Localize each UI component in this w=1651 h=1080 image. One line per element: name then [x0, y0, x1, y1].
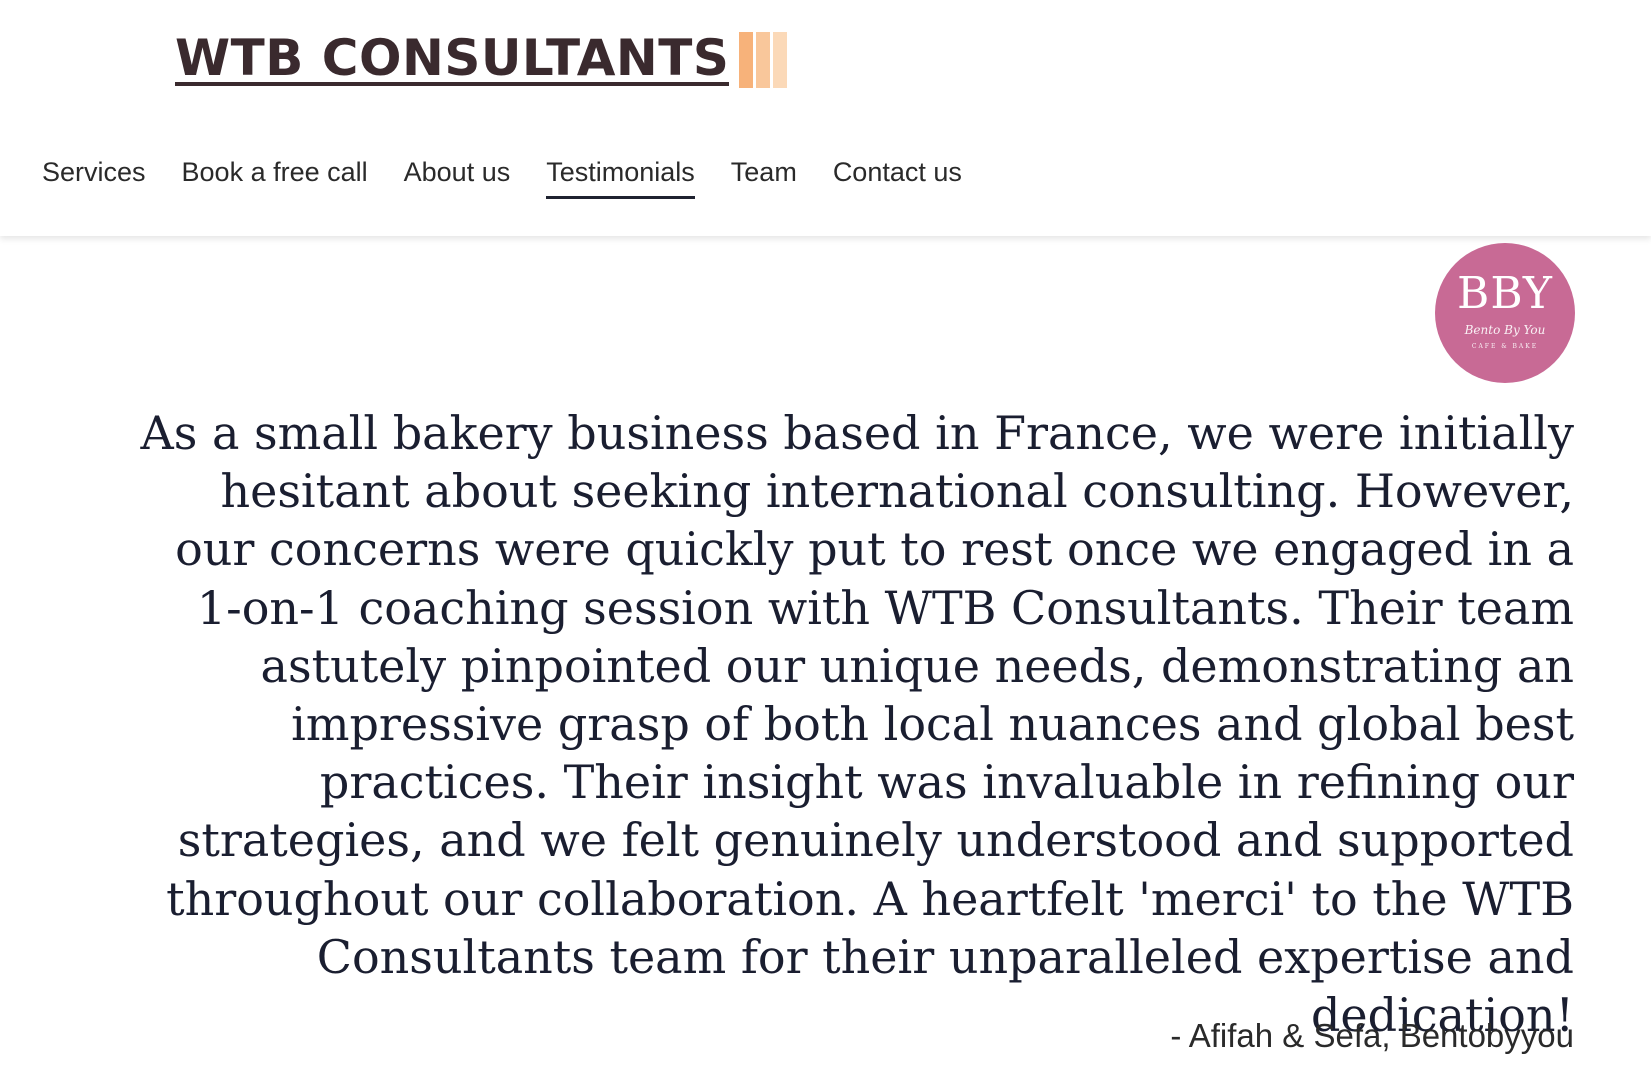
- logo-wordmark: WTB CONSULTANTS: [175, 29, 730, 87]
- nav-item-team[interactable]: Team: [731, 152, 797, 198]
- logo-bars-icon: [739, 32, 790, 88]
- main-nav: Services Book a free call About us Testi…: [42, 152, 998, 199]
- nav-item-services[interactable]: Services: [42, 152, 146, 198]
- logo-bar: [756, 32, 771, 88]
- testimonial-attribution: - Afifah & Sefa, Bentobyyou: [1170, 1017, 1574, 1054]
- testimonial-quote: As a small bakery business based in Fran…: [140, 406, 1574, 1043]
- logo-bar: [773, 32, 788, 88]
- badge-subtitle: CAFE & BAKE: [1471, 343, 1539, 350]
- nav-item-about-us[interactable]: About us: [404, 152, 511, 198]
- logo-bar: [739, 32, 754, 88]
- site-logo[interactable]: WTB CONSULTANTS: [175, 28, 790, 94]
- badge-initials: BBY: [1457, 268, 1553, 319]
- nav-item-testimonials[interactable]: Testimonials: [546, 152, 695, 199]
- badge-script-text: Bento By You: [1464, 323, 1546, 337]
- nav-item-contact-us[interactable]: Contact us: [833, 152, 962, 198]
- client-logo-badge: BBY Bento By You CAFE & BAKE: [1435, 243, 1575, 383]
- nav-item-book-a-free-call[interactable]: Book a free call: [182, 152, 368, 198]
- site-header: WTB CONSULTANTS Services Book a free cal…: [0, 0, 1651, 236]
